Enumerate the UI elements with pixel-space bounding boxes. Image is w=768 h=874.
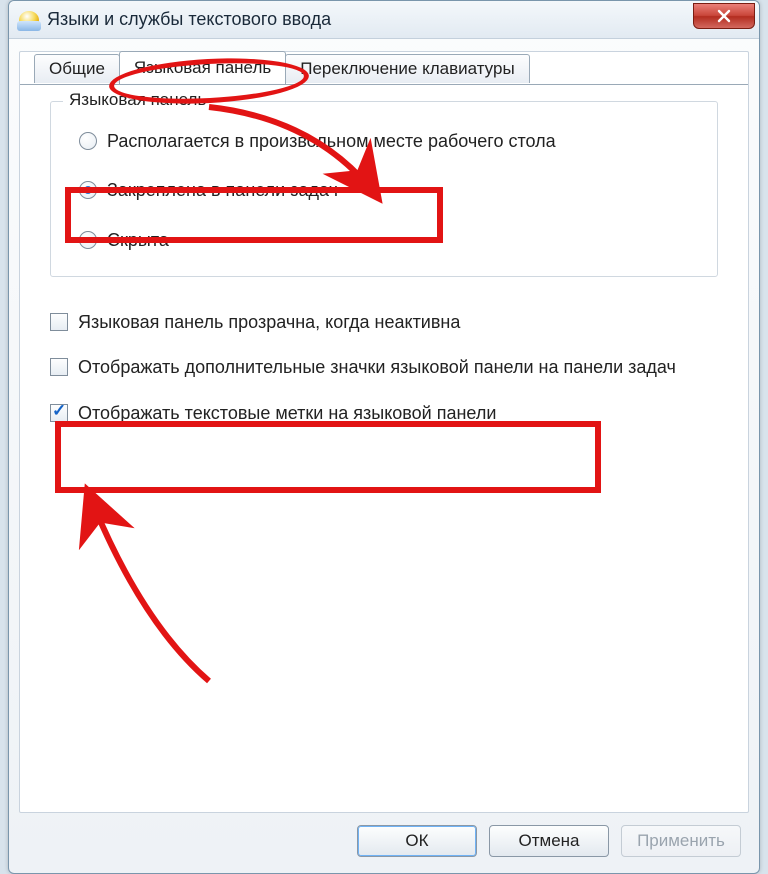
button-label: Отмена [519, 831, 580, 851]
tab-general[interactable]: Общие [34, 54, 120, 83]
apply-button: Применить [621, 825, 741, 857]
checkbox-text-labels[interactable] [50, 404, 68, 422]
titlebar[interactable]: Языки и службы текстового ввода [9, 1, 759, 39]
check-row-transparent[interactable]: Языковая панель прозрачна, когда неактив… [50, 305, 718, 340]
tab-label: Общие [49, 59, 105, 78]
tab-label: Переключение клавиатуры [300, 59, 514, 78]
annotation-arrow-icon [69, 471, 269, 691]
button-label: Применить [637, 831, 725, 851]
window-title: Языки и службы текстового ввода [47, 9, 331, 30]
button-row: ОК Отмена Применить [357, 825, 741, 857]
checkbox-group: Языковая панель прозрачна, когда неактив… [50, 295, 718, 431]
annotation-arrow-icon [199, 99, 399, 219]
checkbox-label: Языковая панель прозрачна, когда неактив… [78, 311, 460, 334]
button-label: ОК [405, 831, 428, 851]
dialog-window: Языки и службы текстового ввода Общие Яз… [8, 0, 760, 874]
check-row-extra-icons[interactable]: Отображать дополнительные значки языково… [50, 350, 718, 385]
tab-keyboard-switch[interactable]: Переключение клавиатуры [285, 54, 529, 83]
checkbox-extra-icons[interactable] [50, 358, 68, 376]
checkbox-label: Отображать дополнительные значки языково… [78, 356, 676, 379]
app-icon [19, 11, 39, 29]
ok-button[interactable]: ОК [357, 825, 477, 857]
radio-float[interactable] [79, 132, 97, 150]
cancel-button[interactable]: Отмена [489, 825, 609, 857]
close-icon [717, 9, 731, 23]
close-button[interactable] [693, 3, 755, 29]
checkbox-transparent[interactable] [50, 313, 68, 331]
